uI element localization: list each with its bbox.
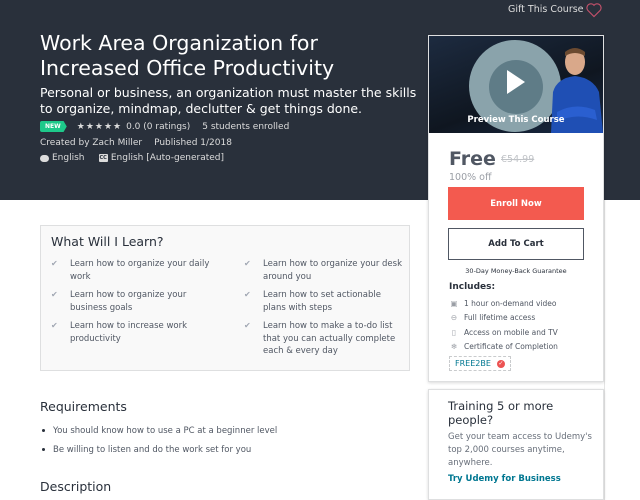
guarantee-text: 30-Day Money-Back Guarantee — [465, 267, 567, 275]
requirement-text: You should know how to use a PC at a beg… — [53, 425, 278, 436]
language-row: English CC English [Auto-generated] — [40, 153, 224, 163]
author-row: Created by Zach Miller Published 1/2018 — [40, 138, 232, 148]
caption-language: English [Auto-generated] — [110, 153, 225, 163]
check-icon: ✔ — [244, 290, 251, 299]
includes-title: Includes: — [449, 282, 496, 292]
learn-item-text: Learn how to increase work productivity — [70, 321, 188, 344]
check-icon: ✔ — [51, 259, 58, 268]
include-item: ▣ 1 hour on-demand video — [449, 296, 558, 311]
students-enrolled: 5 students enrolled — [202, 121, 290, 132]
current-price: Free — [449, 148, 496, 170]
description-title: Description — [40, 479, 112, 494]
preview-label[interactable]: Preview This Course — [429, 115, 603, 125]
add-to-cart-button[interactable]: Add To Cart — [448, 228, 584, 260]
include-label: Full lifetime access — [464, 313, 536, 323]
what-will-i-learn: What Will I Learn? ✔ Learn how to organiz… — [40, 225, 410, 371]
enroll-now-button[interactable]: Enroll Now — [448, 187, 584, 220]
divider — [604, 200, 605, 500]
heart-icon[interactable] — [585, 2, 603, 18]
created-by[interactable]: Created by Zach Miller — [40, 138, 142, 148]
include-label: 1 hour on-demand video — [464, 298, 557, 308]
new-badge: NEW — [40, 121, 67, 132]
includes-list: ▣ 1 hour on-demand video ⊖ Full lifetime a… — [449, 296, 558, 355]
video-icon: ▣ — [450, 298, 458, 308]
learn-item: ✔ Learn how to increase work productivity — [51, 320, 211, 345]
check-icon: ✔ — [51, 321, 58, 330]
check-circle-icon: ✓ — [496, 359, 505, 368]
star-rating-icon: ★★★★★ — [76, 121, 123, 132]
learn-column-1: ✔ Learn how to organize your daily work ✔… — [51, 258, 211, 351]
course-title: Work Area Organization for Increased Off… — [40, 31, 335, 80]
learn-item-text: Learn how to set actionable plans with s… — [263, 290, 381, 313]
coupon-code-text: FREE2BE — [455, 359, 491, 368]
include-item: ▯ Access on mobile and TV — [449, 325, 558, 340]
original-price: €54.99 — [501, 154, 535, 165]
include-label: Certificate of Completion — [464, 342, 558, 352]
closed-captions-icon: CC — [98, 154, 108, 162]
learn-item: ✔ Learn how to organize your business goa… — [51, 289, 211, 314]
play-icon[interactable] — [507, 70, 525, 94]
check-icon: ✔ — [244, 259, 251, 268]
learn-item-text: Learn how to organize your desk around y… — [263, 259, 403, 282]
learn-column-2: ✔ Learn how to organize your desk around … — [244, 258, 404, 364]
requirements-list: You should know how to use a PC at a beg… — [42, 421, 277, 459]
learn-title: What Will I Learn? — [51, 234, 164, 249]
published-date: Published 1/2018 — [154, 138, 232, 148]
requirement-item: Be willing to listen and do the work set… — [42, 440, 277, 459]
speech-bubble-icon — [40, 154, 49, 162]
learn-item-text: Learn how to organize your business goal… — [70, 290, 187, 313]
include-label: Access on mobile and TV — [464, 327, 558, 337]
requirement-text: Be willing to listen and do the work set… — [53, 444, 252, 455]
udemy-business-link[interactable]: Try Udemy for Business — [448, 474, 561, 484]
requirements-title: Requirements — [40, 399, 127, 414]
course-language: English — [52, 153, 85, 163]
learn-item: ✔ Learn how to organize your desk around … — [244, 258, 404, 283]
gift-course-link[interactable]: Gift This Course — [508, 4, 584, 15]
mobile-icon: ▯ — [451, 327, 457, 337]
check-icon: ✔ — [51, 290, 58, 299]
certificate-icon: ❄ — [450, 342, 458, 352]
preview-video[interactable]: Preview This Course — [429, 36, 603, 133]
purchase-card: Preview This Course Free €54.99 100% off… — [428, 35, 604, 382]
discount-text: 100% off — [449, 172, 492, 183]
learn-item-text: Learn how to make a to-do list that you … — [263, 321, 396, 356]
learn-item-text: Learn how to organize your daily work — [70, 259, 210, 282]
coupon-code[interactable]: FREE2BE ✓ — [449, 356, 511, 371]
business-card: Training 5 or more people? Get your team… — [428, 389, 604, 500]
business-title: Training 5 or more people? — [448, 399, 554, 427]
learn-item: ✔ Learn how to make a to-do list that you… — [244, 320, 404, 358]
bullet-icon — [42, 448, 45, 451]
learn-item: ✔ Learn how to set actionable plans with … — [244, 289, 404, 314]
course-subtitle: Personal or business, an organization mu… — [40, 85, 417, 116]
requirement-item: You should know how to use a PC at a beg… — [42, 421, 277, 440]
infinity-icon: ⊖ — [450, 313, 458, 323]
rating-row: NEW ★★★★★ 0.0 (0 ratings) 5 students enr… — [40, 121, 289, 132]
bullet-icon — [42, 429, 45, 432]
include-item: ⊖ Full lifetime access — [449, 311, 558, 326]
learn-item: ✔ Learn how to organize your daily work — [51, 258, 211, 283]
check-icon: ✔ — [244, 321, 251, 330]
rating-text[interactable]: 0.0 (0 ratings) — [126, 122, 190, 132]
business-text: Get your team access to Udemy's top 2,00… — [448, 432, 592, 468]
include-item: ❄ Certificate of Completion — [449, 340, 558, 355]
